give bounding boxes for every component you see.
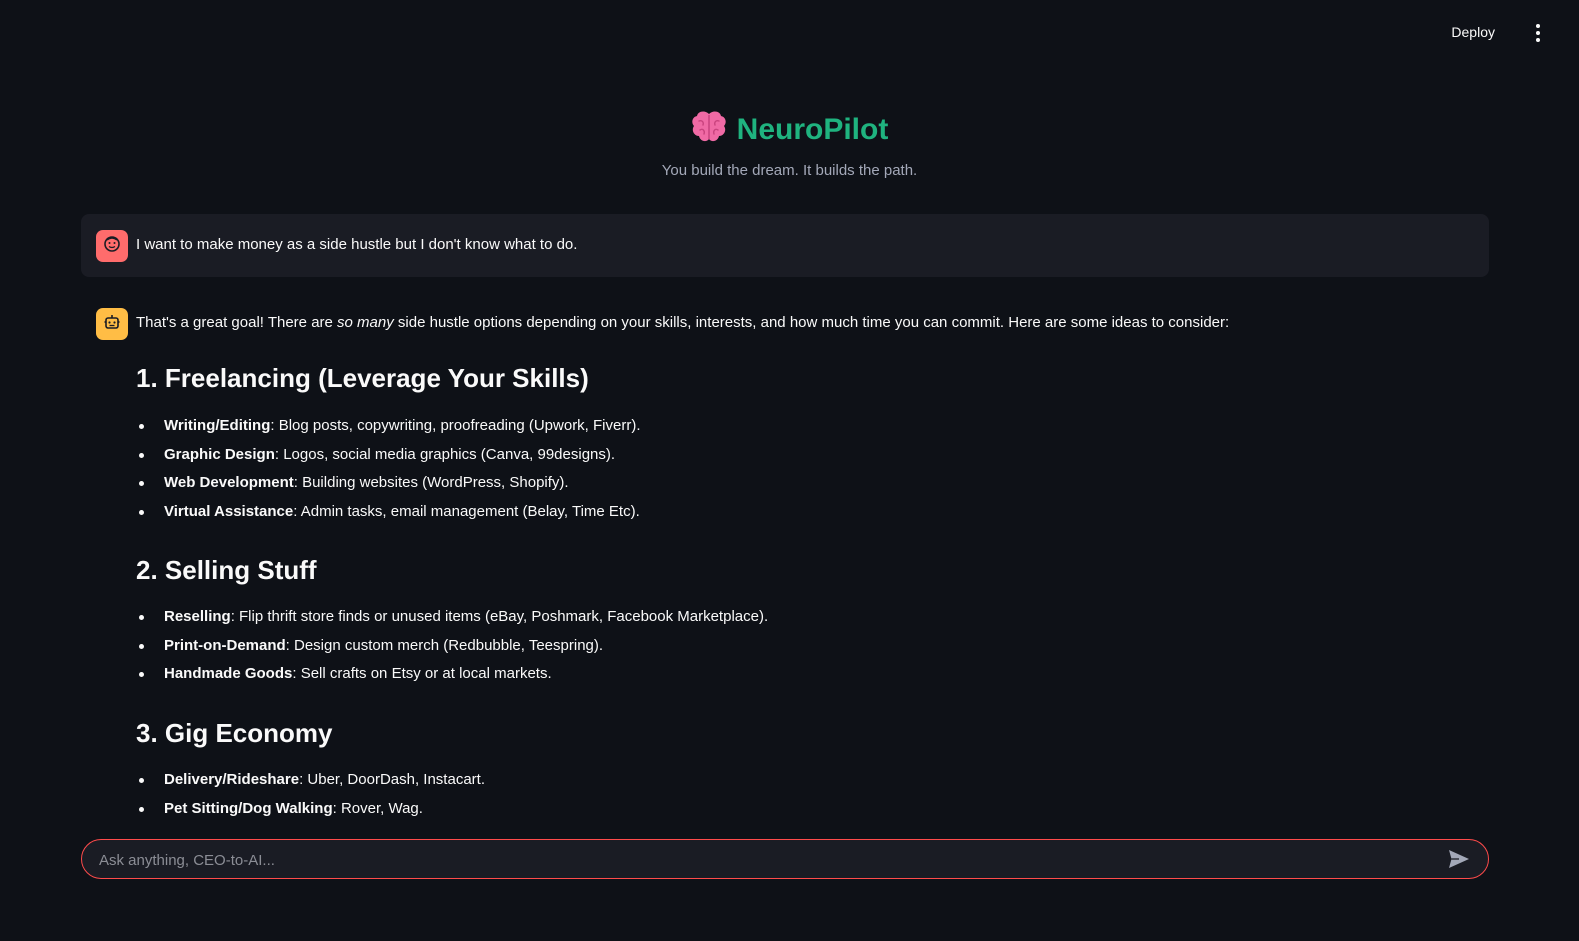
- list-item: Print-on-Demand: Design custom merch (Re…: [136, 632, 768, 661]
- list-item-term: Reselling: [164, 608, 231, 625]
- menu-dot: [1536, 31, 1540, 35]
- page-subtitle: You build the dream. It builds the path.: [661, 162, 918, 179]
- list-item: Writing/Editing: Blog posts, copywriting…: [136, 412, 641, 441]
- user-face-icon: [103, 235, 121, 258]
- list-item-text: : Rover, Wag.: [332, 799, 423, 817]
- list-item-text: : Logos, social media graphics (Canva, 9…: [274, 445, 616, 463]
- chat-input[interactable]: [97, 840, 1441, 880]
- app-root: Deploy NeuroPilot You build the dream. I…: [0, 0, 1579, 941]
- list-item: Web Development: Building websites (Word…: [136, 469, 641, 498]
- user-message-text: I want to make money as a side hustle bu…: [136, 236, 578, 253]
- section-heading-freelancing: 1. Freelancing (Leverage Your Skills): [136, 363, 589, 393]
- list-item: Reselling: Flip thrift store finds or un…: [136, 603, 768, 632]
- list-item-term: Handmade Goods: [164, 665, 293, 683]
- list-item: Delivery/Rideshare: Uber, DoorDash, Inst…: [136, 766, 485, 795]
- top-bar: Deploy: [0, 0, 1579, 60]
- list-item-term: Delivery/Rideshare: [164, 771, 300, 788]
- brain-icon: [691, 110, 727, 149]
- list-item-text: : Sell crafts on Etsy or at local market…: [292, 665, 552, 683]
- assistant-avatar: [96, 308, 128, 340]
- section-list-gig-economy: Delivery/Rideshare: Uber, DoorDash, Inst…: [136, 766, 485, 823]
- list-item-text: : Design custom merch (Redbubble, Teespr…: [285, 636, 604, 654]
- intro-text-end: side hustle options depending on your sk…: [393, 314, 1230, 331]
- kebab-menu-icon[interactable]: [1531, 22, 1545, 44]
- chat-input-container: [81, 839, 1489, 880]
- user-avatar: [96, 230, 128, 262]
- deploy-button[interactable]: Deploy: [1447, 22, 1499, 42]
- list-item-text: : Blog posts, copywriting, proofreading …: [270, 417, 641, 434]
- section-list-freelancing: Writing/Editing: Blog posts, copywriting…: [136, 412, 641, 527]
- list-item-term: Web Development: [164, 474, 294, 492]
- assistant-intro: That's a great goal! There are so many s…: [136, 312, 1229, 333]
- user-message: I want to make money as a side hustle bu…: [81, 214, 1489, 277]
- menu-dot: [1536, 38, 1540, 42]
- list-item: Pet Sitting/Dog Walking: Rover, Wag.: [136, 795, 485, 824]
- send-icon[interactable]: [1448, 849, 1470, 869]
- list-item-text: : Admin tasks, email management (Belay, …: [293, 503, 640, 521]
- list-item: Virtual Assistance: Admin tasks, email m…: [136, 498, 641, 527]
- list-item-text: : Flip thrift store finds or unused item…: [230, 608, 769, 625]
- list-item-term: Virtual Assistance: [164, 503, 294, 521]
- section-heading-gig-economy: 3. Gig Economy: [136, 718, 333, 748]
- list-item-term: Graphic Design: [164, 445, 275, 463]
- list-item-text: : Building websites (WordPress, Shopify)…: [293, 474, 569, 492]
- intro-text-start: That's a great goal! There are: [136, 314, 338, 331]
- list-item: Handmade Goods: Sell crafts on Etsy or a…: [136, 660, 768, 689]
- list-item-term: Writing/Editing: [164, 417, 271, 434]
- list-item: Graphic Design: Logos, social media grap…: [136, 441, 641, 470]
- list-item-text: : Uber, DoorDash, Instacart.: [299, 771, 485, 788]
- page-title: NeuroPilot: [736, 112, 889, 146]
- robot-icon: [103, 313, 121, 336]
- intro-text-emphasis: so many: [337, 314, 394, 331]
- list-item-term: Pet Sitting/Dog Walking: [164, 799, 333, 817]
- section-list-selling: Reselling: Flip thrift store finds or un…: [136, 603, 768, 689]
- app-title-row: NeuroPilot: [0, 110, 1579, 149]
- section-heading-selling: 2. Selling Stuff: [136, 555, 317, 585]
- menu-dot: [1536, 24, 1540, 28]
- list-item-term: Print-on-Demand: [164, 636, 286, 654]
